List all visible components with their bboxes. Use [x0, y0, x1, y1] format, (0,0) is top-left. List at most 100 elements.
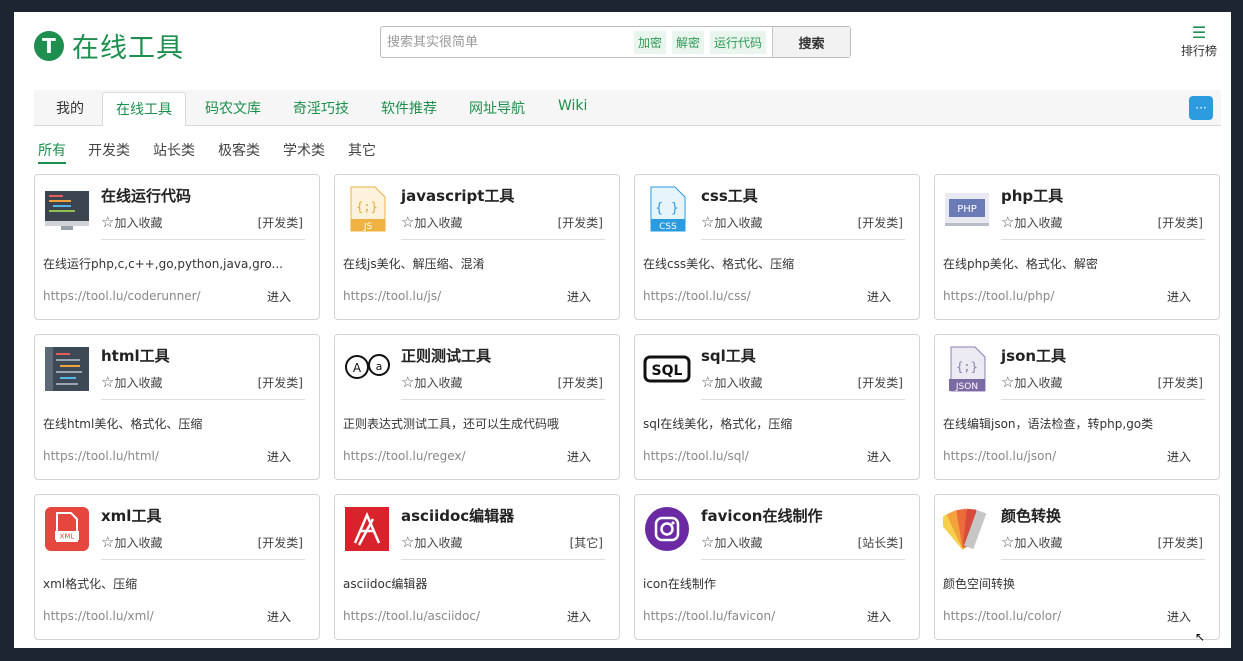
add-favorite-button[interactable]: ☆加入收藏 — [101, 213, 162, 231]
enter-button[interactable]: 进入 — [1167, 448, 1191, 465]
tab-wiki[interactable]: Wiki — [558, 98, 587, 114]
tool-card[interactable]: SQL sql工具 ☆加入收藏 [开发类] sql在线美化，格式化，压缩 https://… — [634, 334, 920, 480]
tool-title[interactable]: 正则测试工具 — [401, 345, 491, 366]
color-swatch-icon[interactable] — [938, 505, 991, 553]
site-logo[interactable]: T 在线工具 — [34, 26, 184, 65]
star-icon: ☆ — [701, 373, 715, 391]
tool-title[interactable]: javascript工具 — [401, 185, 514, 206]
enter-button[interactable]: 进入 — [867, 608, 891, 625]
tool-title[interactable]: 颜色转换 — [1001, 505, 1061, 526]
add-favorite-button[interactable]: ☆加入收藏 — [101, 373, 162, 391]
tool-category: [开发类] — [1157, 216, 1203, 230]
add-favorite-button[interactable]: ☆加入收藏 — [1001, 373, 1062, 391]
tool-card[interactable]: 在线运行代码 ☆加入收藏 [开发类] 在线运行php,c,c++,go,python,… — [34, 174, 320, 320]
add-favorite-button[interactable]: ☆加入收藏 — [701, 213, 762, 231]
tool-title[interactable]: favicon在线制作 — [701, 505, 822, 526]
enter-button[interactable]: 进入 — [867, 288, 891, 305]
tool-card[interactable]: asciidoc编辑器 ☆加入收藏 [其它] asciidoc编辑器 https://t… — [334, 494, 620, 640]
tool-url[interactable]: https://tool.lu/css/ — [643, 289, 751, 303]
add-favorite-button[interactable]: ☆加入收藏 — [401, 213, 462, 231]
tool-url[interactable]: https://tool.lu/js/ — [343, 289, 441, 303]
json-file-icon[interactable]: {;} JSON — [943, 345, 991, 393]
card-divider — [1001, 239, 1205, 240]
tool-url[interactable]: https://tool.lu/favicon/ — [643, 609, 775, 623]
tool-card[interactable]: XML xml工具 ☆加入收藏 [开发类] xml格式化、压缩 https://tool.… — [34, 494, 320, 640]
tool-card[interactable]: PHP php工具 ☆加入收藏 [开发类] 在线php美化、格式化、解密 https://… — [934, 174, 1220, 320]
tab-coder-library[interactable]: 码农文库 — [205, 98, 261, 118]
logo-icon: T — [34, 30, 64, 61]
tool-title[interactable]: html工具 — [101, 345, 170, 366]
tool-title[interactable]: sql工具 — [701, 345, 756, 366]
tool-card[interactable]: {;} JSON json工具 ☆加入收藏 [开发类] 在线编辑json，语法检查，转ph… — [934, 334, 1220, 480]
quick-tag-encrypt[interactable]: 加密 — [633, 30, 666, 54]
tool-category: [站长类] — [857, 536, 903, 550]
tool-card[interactable]: favicon在线制作 ☆加入收藏 [站长类] icon在线制作 https://too… — [634, 494, 920, 640]
css-file-icon[interactable]: { } CSS — [643, 185, 691, 233]
add-favorite-button[interactable]: ☆加入收藏 — [1001, 213, 1062, 231]
tool-title[interactable]: php工具 — [1001, 185, 1063, 206]
add-favorite-button[interactable]: ☆加入收藏 — [101, 533, 162, 551]
enter-button[interactable]: 进入 — [867, 448, 891, 465]
tab-tricks[interactable]: 奇淫巧技 — [293, 98, 349, 118]
instagram-icon[interactable] — [643, 505, 691, 553]
tab-online-tools[interactable]: 在线工具 — [102, 92, 186, 126]
favorite-label: 加入收藏 — [114, 536, 163, 550]
search-input[interactable] — [381, 28, 634, 56]
tool-card[interactable]: 颜色转换 ☆加入收藏 [开发类] 颜色空间转换 https://tool.lu/colo… — [934, 494, 1220, 640]
enter-button[interactable]: 进入 — [267, 288, 291, 305]
php-window-icon[interactable]: PHP — [943, 185, 991, 233]
tool-url[interactable]: https://tool.lu/php/ — [943, 289, 1054, 303]
tool-url[interactable]: https://tool.lu/xml/ — [43, 609, 154, 623]
html-code-icon[interactable] — [43, 345, 91, 393]
tool-url[interactable]: https://tool.lu/html/ — [43, 449, 159, 463]
enter-button[interactable]: 进入 — [1167, 288, 1191, 305]
filter-dev[interactable]: 开发类 — [88, 140, 130, 160]
tool-url[interactable]: https://tool.lu/asciidoc/ — [343, 609, 480, 623]
enter-button[interactable]: 进入 — [267, 608, 291, 625]
tab-mine[interactable]: 我的 — [56, 98, 84, 118]
monitor-code-icon[interactable] — [43, 185, 91, 233]
tool-url[interactable]: https://tool.lu/regex/ — [343, 449, 466, 463]
tool-card[interactable]: html工具 ☆加入收藏 [开发类] 在线html美化、格式化、压缩 https://t… — [34, 334, 320, 480]
quick-tag-run-code[interactable]: 运行代码 — [709, 30, 766, 54]
tool-url[interactable]: https://tool.lu/color/ — [943, 609, 1061, 623]
chat-icon[interactable]: ··· — [1189, 96, 1213, 120]
filter-other[interactable]: 其它 — [348, 140, 376, 160]
tab-software[interactable]: 软件推荐 — [381, 98, 437, 118]
add-favorite-button[interactable]: ☆加入收藏 — [401, 373, 462, 391]
filter-webmaster[interactable]: 站长类 — [153, 140, 195, 160]
xml-file-icon[interactable]: XML — [43, 505, 91, 553]
tool-card[interactable]: Aa 正则测试工具 ☆加入收藏 [开发类] 正则表达式测试工具，还可以生成代码哦 http… — [334, 334, 620, 480]
quick-tag-decrypt[interactable]: 解密 — [671, 30, 704, 54]
tool-url[interactable]: https://tool.lu/coderunner/ — [43, 289, 201, 303]
add-favorite-button[interactable]: ☆加入收藏 — [401, 533, 462, 551]
enter-button[interactable]: 进入 — [267, 448, 291, 465]
add-favorite-button[interactable]: ☆加入收藏 — [701, 533, 762, 551]
search-button[interactable]: 搜索 — [772, 27, 850, 57]
js-file-icon[interactable]: {;} JS — [343, 185, 391, 233]
filter-geek[interactable]: 极客类 — [218, 140, 260, 160]
tool-url[interactable]: https://tool.lu/json/ — [943, 449, 1056, 463]
tool-title[interactable]: xml工具 — [101, 505, 161, 526]
enter-button[interactable]: 进入 — [567, 608, 591, 625]
enter-button[interactable]: 进入 — [1167, 608, 1191, 625]
filter-all[interactable]: 所有 — [38, 140, 66, 164]
add-favorite-button[interactable]: ☆加入收藏 — [1001, 533, 1062, 551]
enter-button[interactable]: 进入 — [567, 288, 591, 305]
regex-bubbles-icon[interactable]: Aa — [343, 345, 391, 393]
tool-title[interactable]: css工具 — [701, 185, 758, 206]
add-favorite-button[interactable]: ☆加入收藏 — [701, 373, 762, 391]
filter-academic[interactable]: 学术类 — [283, 140, 325, 160]
tool-title[interactable]: asciidoc编辑器 — [401, 505, 514, 526]
tool-category: [开发类] — [257, 376, 303, 390]
rank-link[interactable]: ☰ 排行榜 — [1181, 24, 1217, 59]
enter-button[interactable]: 进入 — [567, 448, 591, 465]
tool-card[interactable]: { } CSS css工具 ☆加入收藏 [开发类] 在线css美化、格式化、压缩 https… — [634, 174, 920, 320]
sql-icon[interactable]: SQL — [643, 345, 691, 393]
tool-title[interactable]: 在线运行代码 — [101, 185, 191, 206]
tool-url[interactable]: https://tool.lu/sql/ — [643, 449, 749, 463]
tool-card[interactable]: {;} JS javascript工具 ☆加入收藏 [开发类] 在线js美化、解压缩、混淆… — [334, 174, 620, 320]
tool-title[interactable]: json工具 — [1001, 345, 1066, 366]
asciidoc-icon[interactable] — [343, 505, 391, 553]
tab-nav-sites[interactable]: 网址导航 — [469, 98, 525, 118]
